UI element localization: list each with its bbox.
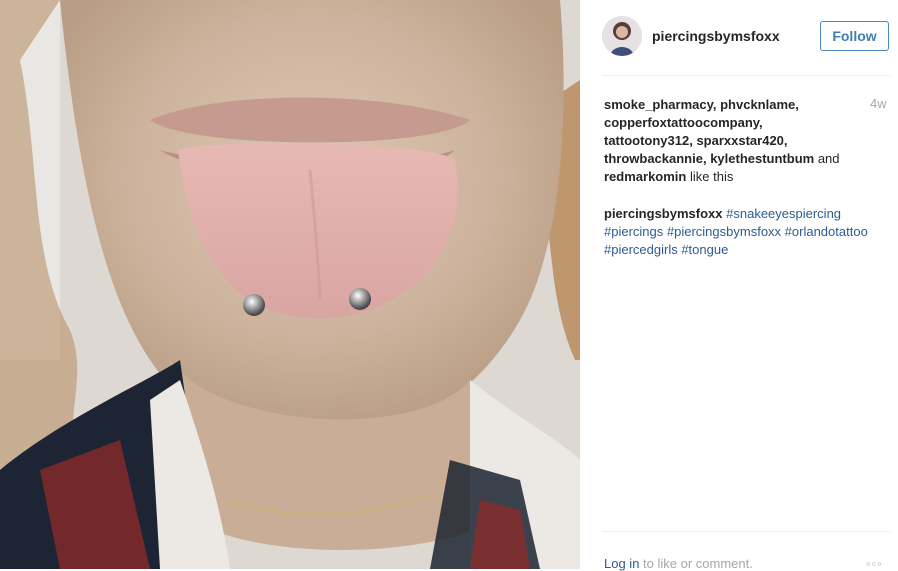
post-caption: piercingsbymsfoxx #snakeeyespiercing #pi…: [604, 205, 884, 259]
likers-list[interactable]: smoke_pharmacy, phvcknlame, copperfoxtat…: [604, 97, 814, 166]
divider: [602, 75, 891, 76]
hashtag-link[interactable]: #orlandotattoo: [785, 224, 868, 239]
hashtag-link[interactable]: #piercingsbymsfoxx: [667, 224, 781, 239]
post-header: piercingsbymsfoxx Follow: [602, 14, 892, 60]
hashtag-link[interactable]: #snakeeyespiercing: [726, 206, 841, 221]
follow-button[interactable]: Follow: [820, 21, 889, 51]
caption-username[interactable]: piercingsbymsfoxx: [604, 206, 723, 221]
author-avatar[interactable]: [602, 16, 642, 56]
post-sidebar: piercingsbymsfoxx Follow smoke_pharmacy,…: [580, 0, 898, 571]
likers-connector: and: [817, 151, 840, 166]
avatar-image: [602, 16, 642, 56]
divider: [602, 531, 891, 532]
post-photo[interactable]: [0, 0, 580, 569]
post-timestamp[interactable]: 4w: [870, 96, 887, 111]
instagram-post: piercingsbymsfoxx Follow smoke_pharmacy,…: [0, 0, 898, 571]
liker-last[interactable]: redmarkomin: [604, 169, 686, 184]
likes-suffix: like this: [690, 169, 734, 184]
hashtag-link[interactable]: #piercedgirls: [604, 242, 678, 257]
photo-illustration: [0, 0, 580, 569]
author-username[interactable]: piercingsbymsfoxx: [652, 28, 780, 44]
likes-summary: smoke_pharmacy, phvcknlame, copperfoxtat…: [604, 96, 854, 186]
hashtag-link[interactable]: #tongue: [681, 242, 728, 257]
hashtag-link[interactable]: #piercings: [604, 224, 663, 239]
